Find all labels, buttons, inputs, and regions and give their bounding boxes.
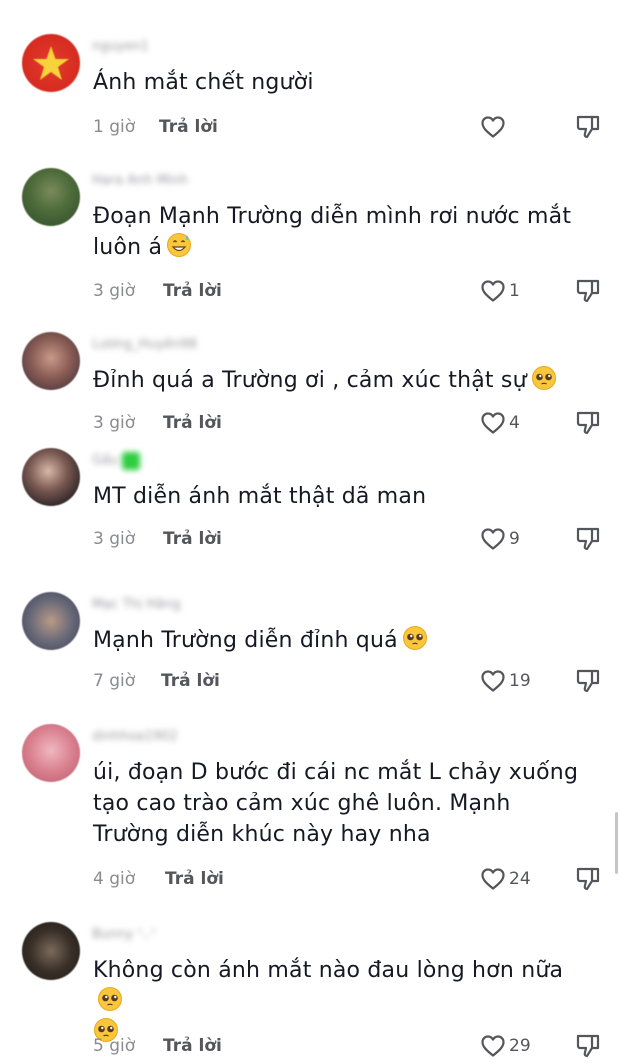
thumbs-down-outline-icon [576,1034,600,1058]
comment-actions: 3 giờ Trả lời 1 [93,279,613,303]
avatar[interactable] [22,34,80,92]
reply-button[interactable]: Trả lời [163,411,222,435]
username[interactable]: Gấu [92,451,141,471]
heart-outline-icon [481,412,505,434]
username[interactable]: Mạc Thị Hằng [92,595,181,615]
comment-list: nguyen1 Ánh mắt chết người 1 giờ Trả lời… [0,0,620,1062]
scrollbar[interactable] [615,812,618,874]
timestamp: 3 giờ [93,413,136,433]
heart-outline-icon [481,116,505,138]
heart-outline-icon [481,280,505,302]
heart-outline-icon [481,528,505,550]
like-button[interactable]: 29 [480,1033,531,1059]
avatar[interactable] [22,724,80,782]
comment-actions: 7 giờ Trả lời 19 [93,669,613,693]
thumbs-down-outline-icon [576,411,600,435]
like-count: 29 [509,1036,531,1056]
comment-actions: 1 giờ Trả lời [93,115,613,139]
like-button[interactable]: 4 [480,410,520,436]
pleading-face-emoji [531,366,556,390]
dislike-button[interactable] [575,526,601,556]
comment-text: Đoạn Mạnh Trường diễn mình rơi nước mắt … [93,204,572,260]
reply-button[interactable]: Trả lời [163,1034,222,1058]
reply-button[interactable]: Trả lời [165,867,224,891]
thumbs-down-outline-icon [576,527,600,551]
reply-button[interactable]: Trả lời [159,115,218,139]
dislike-button[interactable] [575,668,601,698]
timestamp: 3 giờ [93,281,136,301]
dislike-button[interactable] [575,410,601,440]
like-count: 19 [509,671,531,691]
comment-text: Ánh mắt chết người [93,70,314,95]
thumbs-down-outline-icon [576,669,600,693]
reply-button[interactable]: Trả lời [163,527,222,551]
timestamp: 5 giờ [93,1036,136,1056]
comment-actions: 3 giờ Trả lời 4 [93,411,613,435]
like-button[interactable]: 24 [480,866,531,892]
username[interactable]: nguyen1 [92,37,149,57]
like-count: 9 [509,529,520,549]
comment-text: úi, đoạn D bước đi cái nc mắt L chảy xuố… [93,760,579,847]
avatar[interactable] [22,922,80,980]
avatar[interactable] [22,592,80,650]
username[interactable]: Bunny ᐢ..ᐢ [92,925,156,945]
comment-actions: 5 giờ Trả lời 29 [93,1034,613,1058]
dislike-button[interactable] [575,1033,601,1063]
like-count: 24 [509,869,531,889]
bunny-icon: ᐢ..ᐢ [137,927,156,942]
like-button[interactable]: 9 [480,526,520,552]
avatar[interactable] [22,168,80,226]
heart-outline-icon [481,1035,505,1057]
like-count: 4 [509,413,520,433]
pleading-face-emoji [402,626,427,650]
comment-text: MT diễn ánh mắt thật dã man [93,484,427,509]
reply-button[interactable]: Trả lời [163,279,222,303]
like-count: 1 [509,281,520,301]
dislike-button[interactable] [575,866,601,896]
star-icon [33,46,69,80]
avatar[interactable] [22,332,80,390]
heart-outline-icon [481,670,505,692]
username[interactable]: dinhhoa1902 [92,727,178,747]
comment-actions: 4 giờ Trả lời 24 [93,867,613,891]
thumbs-down-outline-icon [576,279,600,303]
pleading-face-emoji [98,987,122,1011]
timestamp: 3 giờ [93,529,136,549]
comment-actions: 3 giờ Trả lời 9 [93,527,613,551]
username[interactable]: Lương_Huyền98 [92,335,197,355]
heart-outline-icon [481,868,505,890]
timestamp: 1 giờ [93,117,136,137]
green-badge-icon [122,451,141,470]
like-button[interactable] [480,114,509,140]
dislike-button[interactable] [575,114,601,144]
timestamp: 7 giờ [93,671,136,691]
username[interactable]: Hara Anh Minh [92,171,188,191]
thumbs-down-outline-icon [576,115,600,139]
thumbs-down-outline-icon [576,867,600,891]
like-button[interactable]: 1 [480,278,520,304]
timestamp: 4 giờ [93,869,136,889]
comment-text: Mạnh Trường diễn đỉnh quá [93,625,593,656]
reply-button[interactable]: Trả lời [161,669,220,693]
dislike-button[interactable] [575,278,601,308]
avatar[interactable] [22,448,80,506]
comment-text: Đỉnh quá a Trường ơi , cảm xúc thật sự [93,365,593,396]
grinning-sweat-emoji [167,233,192,257]
like-button[interactable]: 19 [480,668,531,694]
